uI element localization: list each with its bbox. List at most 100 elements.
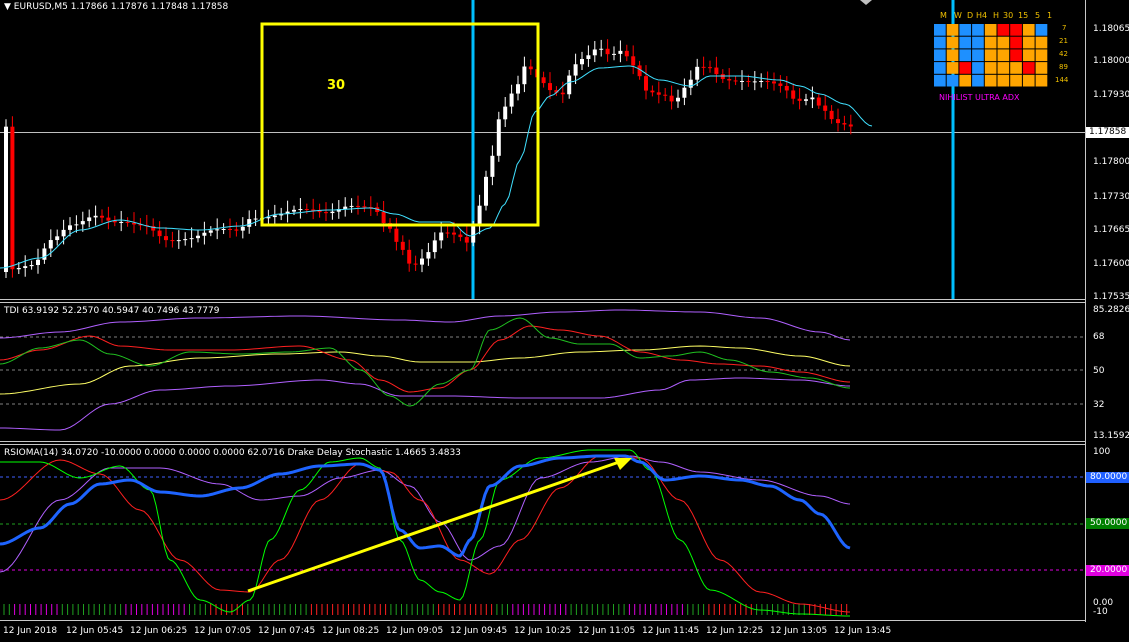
candle [503, 106, 508, 120]
candle [362, 206, 367, 208]
dashboard-period-label: 7 [1062, 24, 1067, 32]
candle [688, 79, 693, 88]
dashboard-cell [959, 36, 972, 49]
candle [592, 49, 597, 56]
candle [247, 219, 252, 227]
moving-average-line [0, 65, 873, 269]
tdi-header: TDI 63.9192 52.2570 40.5947 40.7496 43.7… [4, 306, 220, 316]
candle [253, 218, 258, 220]
candle [836, 119, 840, 124]
candle [464, 237, 469, 243]
dashboard-tf-label: 1 [1047, 11, 1053, 20]
price-tick: 1.17600 [1093, 259, 1129, 269]
candle [157, 230, 162, 237]
time-tick: 12 Jun 13:45 [834, 626, 892, 636]
candle [426, 252, 431, 259]
candle [381, 211, 386, 224]
dashboard-cell [946, 62, 959, 74]
candle [343, 206, 348, 210]
price-tick: 1.17930 [1093, 90, 1129, 100]
candle [183, 239, 188, 241]
dashboard-cell [984, 24, 997, 36]
candle [74, 224, 79, 226]
time-tick: 12 Jun 2018 [3, 626, 58, 636]
time-tick: 12 Jun 13:05 [770, 626, 828, 636]
dashboard-cell [1035, 36, 1048, 49]
dashboard-period-label: 89 [1059, 63, 1068, 71]
candle [752, 81, 757, 83]
dashboard-cell [984, 49, 997, 62]
candle [612, 53, 616, 55]
time-tick: 12 Jun 09:05 [386, 626, 444, 636]
dashboard-cell [1022, 49, 1035, 62]
dashboard-tf-label: D [967, 11, 974, 20]
box-label: 30 [327, 78, 346, 93]
candle [778, 83, 783, 86]
candle [650, 90, 655, 93]
candle [100, 215, 104, 218]
dashboard-cell [959, 49, 972, 62]
candle [240, 226, 245, 231]
candle [701, 66, 706, 68]
tdi-axis-tick: 68 [1093, 332, 1105, 342]
dashboard-cell [972, 62, 984, 74]
time-tick: 12 Jun 09:45 [450, 626, 508, 636]
candle [695, 66, 700, 80]
rsioma-header: RSIOMA(14) 34.0720 -10.0000 0.0000 0.000… [4, 448, 461, 458]
candle [797, 98, 802, 101]
candle [663, 94, 668, 96]
candle [189, 238, 194, 240]
dashboard-cell [972, 74, 984, 87]
candle [292, 209, 296, 212]
candle [708, 67, 712, 69]
dashboard-cell [946, 49, 959, 62]
dashboard-cell [997, 36, 1010, 49]
candle [720, 74, 725, 80]
candle [176, 240, 181, 242]
dashboard-cell [1022, 62, 1035, 74]
candle [356, 205, 360, 207]
dashboard-tf-label: M [940, 11, 947, 20]
candle [804, 99, 808, 101]
level-80-label: 80.0000 [1086, 472, 1129, 483]
dashboard-cell [1010, 49, 1022, 62]
dropdown-triangle-icon[interactable]: ▼ [4, 2, 11, 12]
candle [36, 259, 40, 266]
candle [624, 50, 629, 57]
dashboard-period-label: 21 [1059, 37, 1068, 45]
dashboard-cell [984, 36, 997, 49]
candle [791, 90, 796, 99]
tdi-axis-tick: 85.2826 [1093, 305, 1129, 315]
dashboard-cell [959, 62, 972, 74]
dashboard-cell [1010, 74, 1022, 87]
candle [676, 97, 680, 102]
candle [119, 221, 124, 223]
candle [234, 229, 239, 231]
candle [228, 229, 232, 231]
time-tick: 12 Jun 10:25 [514, 626, 572, 636]
candle [829, 110, 834, 120]
chart-window[interactable]: ▼ EURUSD,M5 1.17866 1.17876 1.17848 1.17… [0, 0, 1129, 642]
highlight-box [260, 22, 540, 227]
rsioma-line [0, 454, 851, 558]
candle [215, 229, 220, 231]
time-tick: 12 Jun 06:25 [130, 626, 188, 636]
current-price-label: 1.17858 [1086, 127, 1129, 138]
candle [221, 229, 226, 231]
candle [125, 221, 130, 223]
candle [93, 215, 98, 218]
price-tick: 1.17730 [1093, 192, 1129, 202]
candle [509, 93, 514, 107]
candle [61, 229, 66, 237]
candle [324, 212, 328, 214]
candle [407, 249, 412, 264]
dashboard-cell [1035, 24, 1048, 36]
candle [48, 240, 53, 249]
dashboard-cell [1035, 49, 1048, 62]
candle [848, 124, 853, 127]
candle [208, 230, 213, 233]
candle [298, 209, 303, 211]
dashboard-cell [1022, 24, 1035, 36]
candle [42, 248, 47, 260]
candle [580, 58, 584, 65]
